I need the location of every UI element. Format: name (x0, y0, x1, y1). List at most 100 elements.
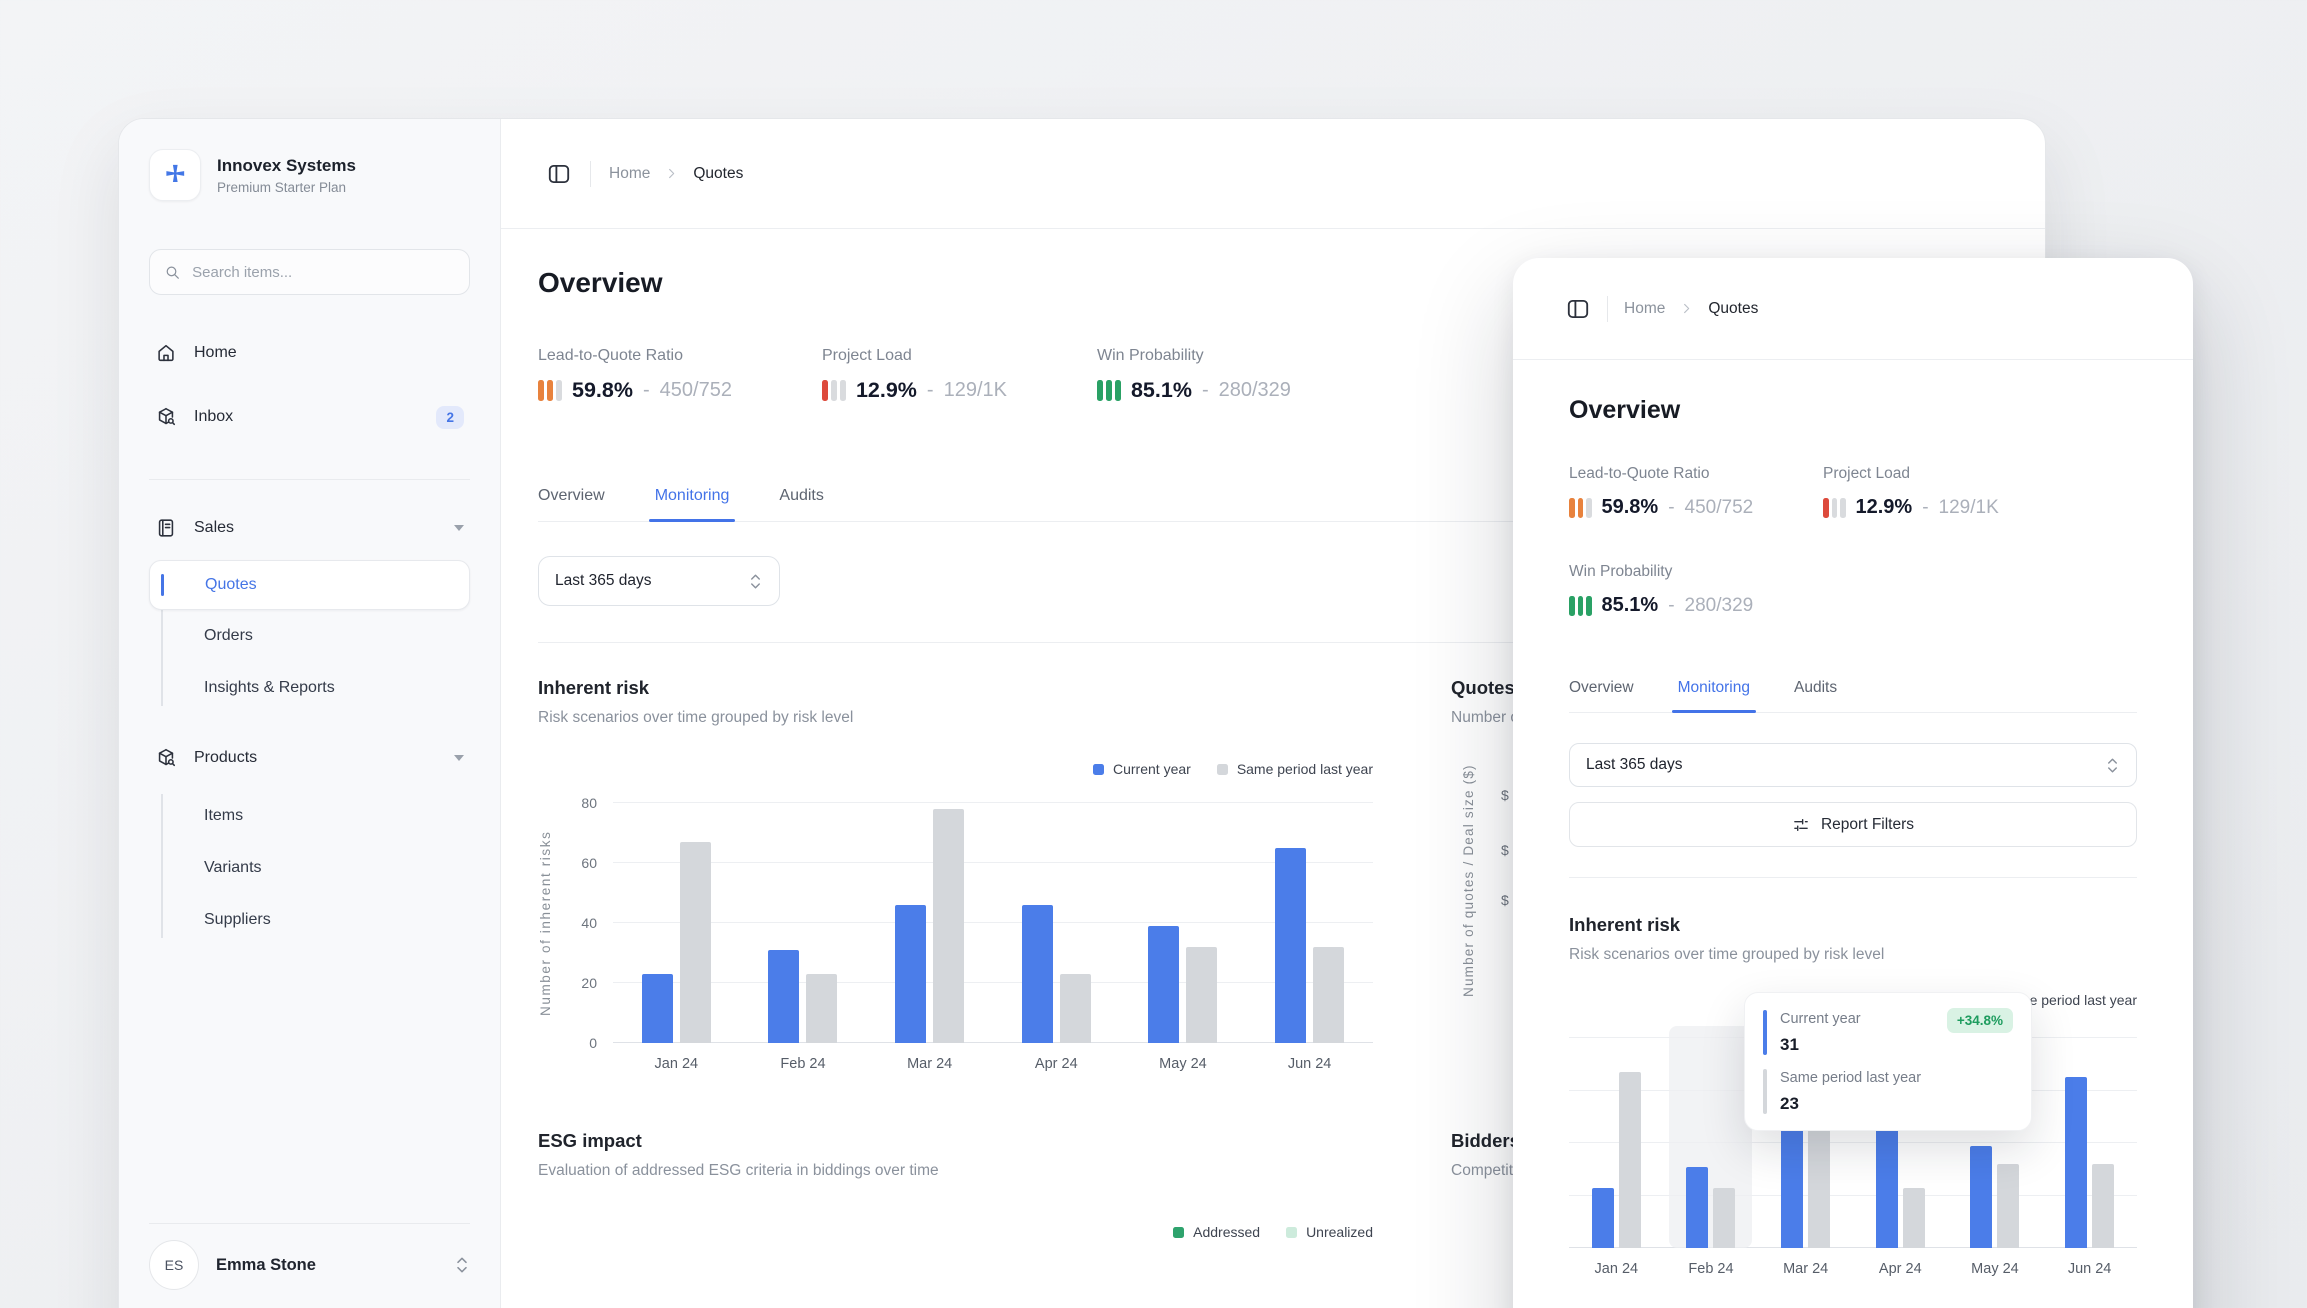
report-filters-label: Report Filters (1820, 815, 1915, 833)
plot-area: Jan 24 Feb 24 Mar 24 Apr 24 May 24 Jun 24 (613, 802, 1373, 1072)
legend-swatch (1286, 1226, 1298, 1238)
tab-audits[interactable]: Audits (1794, 679, 1837, 712)
sidebar-search[interactable] (149, 249, 470, 295)
org-name: Innovex Systems (217, 155, 356, 175)
kpi-separator: - (642, 379, 650, 401)
bar-current-year-jun-24[interactable] (1275, 848, 1307, 1043)
sidebar-item-home[interactable]: Home (149, 329, 470, 377)
kpi-fraction: 129/1K (1938, 496, 1999, 518)
x-axis-label: Mar 24 (907, 1056, 953, 1072)
sidebar-item-orders[interactable]: Orders (149, 610, 470, 662)
chevron-up-down-icon (2108, 758, 2117, 772)
tab-audits[interactable]: Audits (779, 487, 823, 521)
sales-subtree: Quotes Orders Insights & Reports (149, 560, 470, 716)
inbox-unread-badge: 2 (436, 405, 464, 429)
y-axis-title: Number of quotes / Deal size ($) (1461, 764, 1476, 997)
kpi-mini-bar-green (1105, 380, 1112, 401)
kpi-mini-bar-green (1569, 595, 1575, 616)
sidebar: Innovex Systems Premium Starter Plan Hom… (119, 119, 501, 1308)
breadcrumb-quotes[interactable]: Quotes (1708, 300, 1758, 318)
sidebar-toggle-icon[interactable] (1565, 296, 1591, 322)
chart-subtitle: Risk scenarios over time grouped by risk… (538, 709, 854, 726)
bar-current-year-mar-24[interactable] (1781, 1127, 1804, 1248)
x-axis-label: May 24 (1159, 1056, 1207, 1072)
kpi-value: 12.9% (1855, 496, 1913, 518)
breadcrumb-quotes[interactable]: Quotes (693, 165, 743, 183)
chart-title: Inherent risk (1569, 914, 1681, 935)
legend-item-addressed: Addressed (1173, 1224, 1260, 1240)
bar-current-year-feb-24[interactable] (1686, 1166, 1709, 1248)
org-header[interactable]: Innovex Systems Premium Starter Plan (149, 149, 470, 201)
tab-overview[interactable]: Overview (1569, 679, 1634, 712)
y-axis-tick: $ (1501, 892, 1509, 908)
bar-same-period-last-year-may-24[interactable] (1997, 1164, 2020, 1248)
home-icon (158, 344, 174, 362)
tab-monitoring[interactable]: Monitoring (1671, 679, 1757, 713)
x-axis-label: Jan 24 (654, 1056, 699, 1072)
search-input[interactable] (192, 263, 455, 281)
kpi-fraction: 129/1K (943, 379, 1007, 401)
chevron-up-down-icon (457, 1257, 467, 1273)
bar-current-year-may-24[interactable] (1970, 1145, 1993, 1248)
sidebar-item-label: Insights & Reports (204, 679, 335, 696)
kpi-mini-bars (1096, 380, 1121, 401)
kpi-mini-bar-green (1586, 595, 1592, 616)
bar-same-period-last-year-jun-24[interactable] (2092, 1164, 2115, 1248)
sidebar-section-sales[interactable]: Sales (149, 504, 470, 552)
bar-current-year-may-24[interactable] (1148, 926, 1180, 1043)
bar-same-period-last-year-jun-24[interactable] (1313, 947, 1345, 1043)
sidebar-item-suppliers[interactable]: Suppliers (149, 894, 470, 946)
topbar: Home Quotes (501, 119, 2045, 229)
chart-legend: Addressed Unrealized (538, 1224, 1373, 1240)
sidebar-item-variants[interactable]: Variants (149, 842, 470, 894)
bar-current-year-jun-24[interactable] (2065, 1077, 2088, 1248)
x-axis-label: Feb 24 (1688, 1261, 1734, 1277)
bar-same-period-last-year-jan-24[interactable] (1618, 1072, 1641, 1248)
kpi-value: 59.8% (572, 378, 633, 402)
bar-current-year-jan-24[interactable] (1591, 1187, 1614, 1248)
bar-current-year-apr-24[interactable] (1875, 1127, 1898, 1248)
kpi-value: 12.9% (855, 378, 917, 402)
period-select[interactable]: Last 365 days (538, 556, 780, 606)
sidebar-section-label: Sales (194, 519, 235, 536)
sidebar-item-label: Home (194, 344, 237, 361)
sidebar-item-insights-reports[interactable]: Insights & Reports (149, 662, 470, 714)
kpi-mini-bars (538, 380, 562, 401)
kpi-label: Win Probability (1096, 347, 1204, 364)
breadcrumb-home[interactable]: Home (609, 165, 650, 183)
bar-same-period-last-year-apr-24[interactable] (1902, 1187, 1925, 1248)
x-axis-label: Feb 24 (780, 1056, 826, 1072)
breadcrumb-home[interactable]: Home (1624, 300, 1665, 318)
bar-same-period-last-year-feb-24[interactable] (806, 974, 838, 1043)
kpi-separator: - (1668, 496, 1675, 518)
bar-same-period-last-year-feb-24[interactable] (1713, 1187, 1736, 1248)
org-plan: Premium Starter Plan (217, 179, 347, 195)
bar-same-period-last-year-jan-24[interactable] (679, 842, 711, 1043)
bar-current-year-jan-24[interactable] (641, 974, 673, 1043)
sidebar-item-items[interactable]: Items (149, 790, 470, 842)
kpi-value: 85.1% (1601, 594, 1659, 616)
y-axis-tick: 0 (589, 1035, 597, 1051)
sidebar-item-inbox[interactable]: Inbox 2 (149, 393, 470, 441)
bar-same-period-last-year-mar-24[interactable] (933, 809, 965, 1043)
sidebar-item-quotes[interactable]: Quotes (149, 560, 470, 610)
bar-current-year-apr-24[interactable] (1021, 905, 1053, 1043)
chart-title: Inherent risk (538, 677, 650, 698)
bar-same-period-last-year-apr-24[interactable] (1059, 974, 1091, 1043)
tab-overview[interactable]: Overview (538, 487, 605, 521)
report-filters-button[interactable]: Report Filters (1569, 802, 2137, 847)
bar-current-year-mar-24[interactable] (895, 905, 927, 1043)
kpi-label: Lead-to-Quote Ratio (538, 347, 683, 364)
y-axis-tick: 20 (581, 975, 597, 991)
kpi-project-load: Project Load 12.9% - 129/1K (821, 347, 1007, 403)
user-menu[interactable]: ES Emma Stone (149, 1223, 470, 1290)
period-select[interactable]: Last 365 days (1569, 743, 2137, 787)
inherent-risk-section: Inherent risk Risk scenarios over time g… (538, 677, 1373, 1072)
sidebar-toggle-icon[interactable] (546, 161, 572, 187)
bar-same-period-last-year-may-24[interactable] (1186, 947, 1218, 1043)
tab-monitoring[interactable]: Monitoring (648, 487, 736, 522)
sidebar-section-products[interactable]: Products (149, 734, 470, 782)
bar-current-year-feb-24[interactable] (768, 950, 800, 1043)
sidebar-section-label: Products (194, 749, 258, 766)
y-axis-tick: $ (1501, 787, 1509, 803)
